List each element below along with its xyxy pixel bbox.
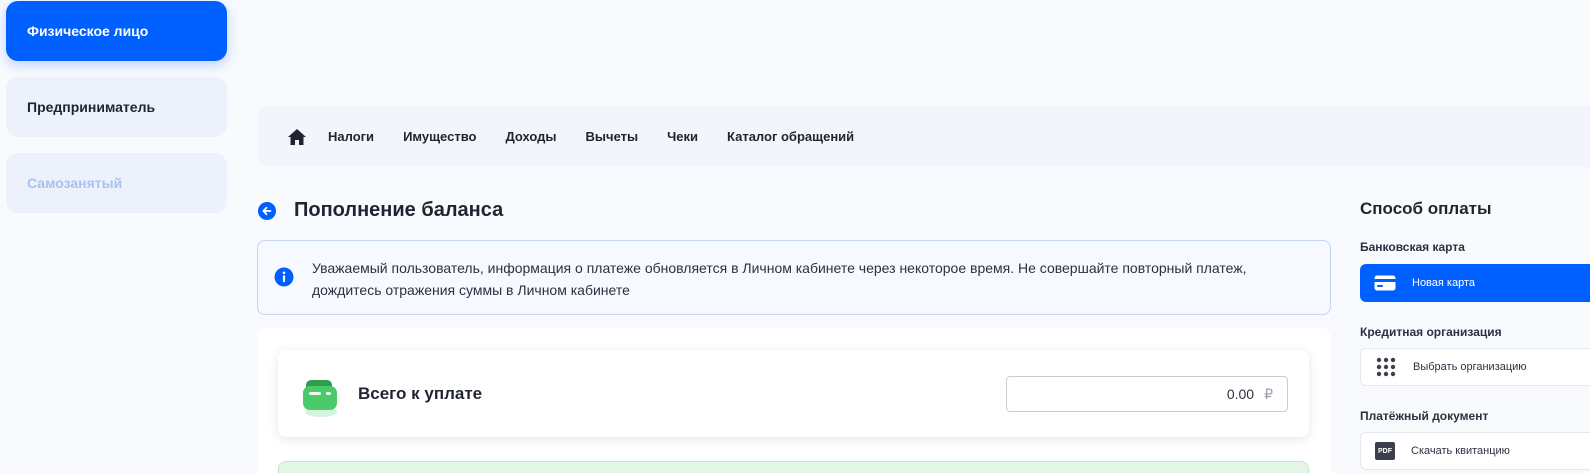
payment-summary-card: Всего к уплате 0.00 ₽ [257, 328, 1331, 473]
total-to-pay-label: Всего к уплате [358, 384, 483, 403]
amount-input[interactable]: 0.00 ₽ [1006, 376, 1288, 412]
credit-org-section-label: Кредитная организация [1360, 325, 1502, 339]
nav-item-receipts[interactable]: Чеки [667, 129, 698, 144]
home-icon[interactable] [287, 127, 307, 147]
role-individual-button[interactable]: Физическое лицо [6, 1, 227, 61]
pdf-badge-label: PDF [1378, 447, 1392, 455]
role-entrepreneur-label: Предприниматель [27, 99, 156, 115]
payment-doc-section-label: Платёжный документ [1360, 409, 1489, 423]
info-icon [274, 267, 294, 287]
download-receipt-button[interactable]: PDF Скачать квитанцию [1360, 432, 1590, 470]
choose-organization-label: Выбрать организацию [1413, 361, 1527, 373]
nav-item-taxes[interactable]: Налоги [328, 129, 374, 144]
pdf-icon: PDF [1375, 442, 1395, 460]
wallet-icon [300, 372, 342, 418]
download-receipt-label: Скачать квитанцию [1411, 445, 1510, 457]
role-self-employed-button[interactable]: Самозанятый [6, 153, 227, 213]
nav-item-income[interactable]: Доходы [505, 129, 556, 144]
role-entrepreneur-button[interactable]: Предприниматель [6, 77, 227, 137]
status-strip [278, 461, 1309, 473]
choose-organization-button[interactable]: Выбрать организацию [1360, 348, 1590, 386]
total-to-pay-box: Всего к уплате 0.00 ₽ [278, 350, 1309, 437]
payment-method-title: Способ оплаты [1360, 199, 1492, 218]
top-navigation: Налоги Имущество Доходы Вычеты Чеки Ката… [257, 106, 1590, 167]
bank-card-section-label: Банковская карта [1360, 240, 1465, 254]
new-card-button[interactable]: Новая карта [1360, 264, 1590, 302]
nav-item-deductions[interactable]: Вычеты [586, 129, 639, 144]
info-message: Уважаемый пользователь, информация о пла… [312, 260, 1247, 298]
credit-card-icon [1374, 273, 1396, 293]
role-individual-label: Физическое лицо [27, 23, 149, 39]
back-arrow-icon[interactable] [258, 202, 276, 220]
new-card-label: Новая карта [1412, 277, 1475, 289]
amount-value: 0.00 [1226, 386, 1255, 402]
page-title: Пополнение баланса [294, 199, 504, 221]
info-banner: Уважаемый пользователь, информация о пла… [257, 240, 1331, 315]
role-self-employed-label: Самозанятый [27, 175, 123, 191]
nav-item-property[interactable]: Имущество [403, 129, 476, 144]
nav-item-requests-catalog[interactable]: Каталог обращений [727, 129, 854, 144]
grid-icon [1375, 357, 1397, 377]
ruble-currency-icon: ₽ [1264, 385, 1273, 402]
